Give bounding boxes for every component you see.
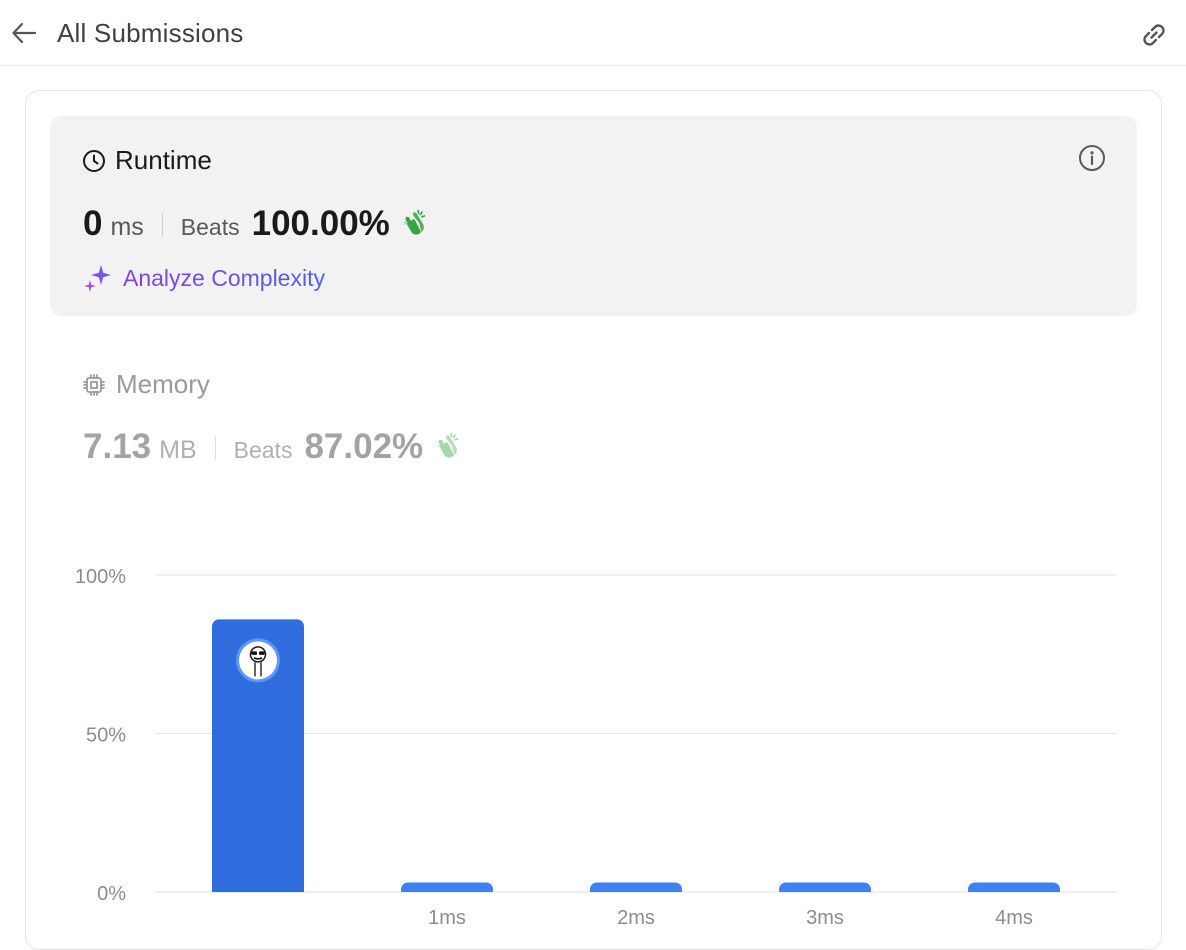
- runtime-panel[interactable]: Runtime 0 ms Beats 100.00% Analyze Compl…: [50, 116, 1137, 316]
- runtime-beats-value: 100.00%: [251, 204, 390, 243]
- memory-metric-row[interactable]: 7.13 MB Beats 87.02%: [83, 427, 461, 467]
- runtime-unit: ms: [110, 213, 144, 241]
- arrow-left-icon: [12, 22, 37, 44]
- chart-bar[interactable]: [968, 882, 1060, 892]
- runtime-value: 0: [83, 204, 103, 243]
- chart-bar[interactable]: [212, 619, 304, 892]
- memory-beats-label: Beats: [233, 437, 293, 463]
- top-bar: All Submissions: [0, 0, 1186, 66]
- runtime-metric-row: 0 ms Beats 100.00%: [83, 204, 428, 244]
- memory-unit: MB: [159, 436, 197, 464]
- clap-icon: [437, 432, 459, 458]
- analyze-complexity-label: Analyze Complexity: [123, 264, 325, 291]
- memory-label: Memory: [116, 369, 210, 399]
- back-button[interactable]: [8, 17, 40, 49]
- chip-icon: [83, 373, 105, 396]
- chart-bar[interactable]: [401, 882, 493, 892]
- page-title[interactable]: All Submissions: [57, 18, 244, 49]
- runtime-label: Runtime: [115, 145, 212, 175]
- runtime-header: Runtime: [82, 145, 212, 176]
- chart-bar[interactable]: [779, 882, 871, 892]
- link-icon: [1143, 24, 1165, 46]
- analyze-complexity-button[interactable]: Analyze Complexity: [83, 263, 325, 293]
- submission-detail-card: Runtime 0 ms Beats 100.00% Analyze Compl…: [25, 90, 1162, 950]
- sparkle-icon: [84, 265, 111, 292]
- memory-header[interactable]: Memory: [82, 369, 210, 400]
- info-icon[interactable]: [1077, 143, 1107, 173]
- chart-bar[interactable]: [590, 882, 682, 892]
- memory-beats-value: 87.02%: [304, 427, 424, 466]
- metric-divider: [214, 436, 216, 460]
- clock-icon: [83, 149, 105, 172]
- memory-value: 7.13: [83, 427, 152, 466]
- runtime-beats-label: Beats: [180, 214, 240, 240]
- copy-link-button[interactable]: [1136, 17, 1172, 53]
- metric-divider: [161, 213, 163, 237]
- clap-icon: [404, 209, 426, 235]
